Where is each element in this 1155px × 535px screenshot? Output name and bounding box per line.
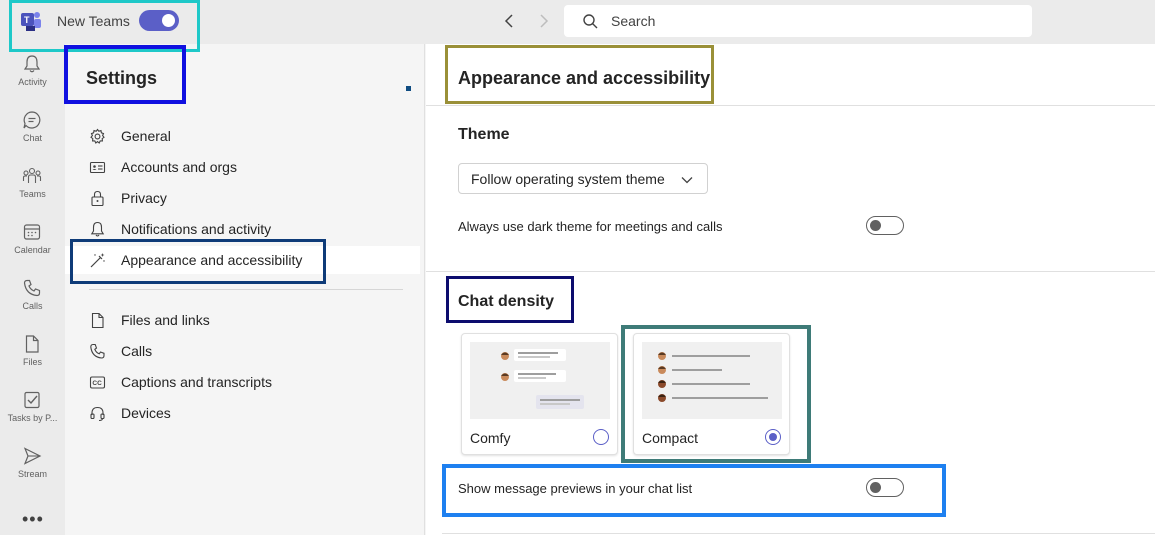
compact-preview bbox=[642, 342, 782, 419]
teams-logo-icon: T bbox=[21, 12, 41, 31]
app-rail: Activity Chat Teams Calendar Calls Files… bbox=[0, 44, 65, 535]
density-option-label: Compact bbox=[642, 430, 699, 446]
comfy-preview bbox=[470, 342, 610, 419]
phone-icon bbox=[90, 343, 105, 359]
toggle-knob bbox=[162, 14, 175, 27]
chat-icon bbox=[23, 111, 41, 129]
forward-arrow-icon[interactable] bbox=[533, 11, 553, 31]
settings-item-label: Appearance and accessibility bbox=[121, 252, 303, 268]
settings-item-label: Files and links bbox=[121, 312, 210, 328]
svg-text:T: T bbox=[24, 15, 30, 25]
teams-icon bbox=[22, 167, 42, 183]
file-icon bbox=[25, 335, 39, 353]
gear-icon bbox=[90, 128, 105, 144]
settings-item-label: Notifications and activity bbox=[121, 221, 272, 237]
menu-divider bbox=[89, 289, 403, 290]
chat-density-heading: Chat density bbox=[458, 293, 555, 310]
calendar-icon bbox=[23, 224, 41, 240]
back-arrow-icon[interactable] bbox=[500, 11, 520, 31]
settings-item-label: Calls bbox=[121, 343, 153, 359]
settings-item-label: Privacy bbox=[121, 190, 167, 206]
lock-icon bbox=[91, 190, 104, 207]
theme-dropdown[interactable]: Follow operating system theme bbox=[458, 163, 708, 194]
settings-item-calls[interactable]: Calls bbox=[65, 337, 420, 365]
rail-item-stream[interactable]: Stream bbox=[0, 446, 65, 498]
density-card-compact[interactable]: Compact bbox=[633, 333, 790, 455]
message-previews-toggle[interactable] bbox=[866, 478, 904, 497]
title-divider bbox=[426, 105, 1155, 106]
settings-item-label: Devices bbox=[121, 405, 171, 421]
more-apps-icon[interactable]: ••• bbox=[22, 509, 44, 530]
svg-text:CC: CC bbox=[92, 380, 102, 387]
settings-item-notifications[interactable]: Notifications and activity bbox=[65, 215, 420, 243]
settings-item-appearance[interactable]: Appearance and accessibility bbox=[65, 246, 420, 274]
cc-icon: CC bbox=[89, 376, 106, 389]
magic-wand-icon bbox=[90, 253, 105, 268]
settings-item-devices[interactable]: Devices bbox=[65, 399, 420, 427]
rail-item-tasks[interactable]: Tasks by P... bbox=[0, 390, 65, 442]
bell-icon bbox=[23, 55, 41, 73]
page-title: Appearance and accessibility bbox=[458, 68, 711, 88]
rail-label: Calendar bbox=[14, 245, 51, 255]
toggle-knob bbox=[870, 482, 881, 493]
rail-item-chat[interactable]: Chat bbox=[0, 110, 65, 162]
new-teams-toggle[interactable] bbox=[139, 10, 179, 31]
phone-icon bbox=[23, 279, 41, 297]
dark-theme-label: Always use dark theme for meetings and c… bbox=[458, 219, 723, 234]
file-icon bbox=[91, 312, 104, 329]
search-icon bbox=[583, 14, 598, 29]
comfy-radio[interactable] bbox=[593, 429, 609, 445]
rail-item-calendar[interactable]: Calendar bbox=[0, 222, 65, 274]
rail-label: Activity bbox=[18, 77, 47, 87]
settings-pane: Settings General Accounts and orgs Priva… bbox=[65, 44, 425, 535]
rail-item-files[interactable]: Files bbox=[0, 334, 65, 386]
theme-dropdown-value: Follow operating system theme bbox=[471, 171, 665, 187]
theme-heading: Theme bbox=[458, 126, 510, 143]
new-teams-label: New Teams bbox=[57, 13, 130, 29]
dark-theme-toggle[interactable] bbox=[866, 216, 904, 235]
status-dot bbox=[406, 86, 411, 91]
headset-icon bbox=[90, 406, 105, 422]
bell-icon bbox=[90, 221, 105, 237]
message-previews-label: Show message previews in your chat list bbox=[458, 481, 693, 496]
toggle-knob bbox=[870, 220, 881, 231]
settings-title: Settings bbox=[86, 68, 158, 88]
settings-item-label: Accounts and orgs bbox=[121, 159, 237, 175]
bottom-divider bbox=[442, 533, 1155, 534]
search-placeholder: Search bbox=[611, 13, 656, 29]
settings-item-general[interactable]: General bbox=[65, 122, 420, 150]
settings-item-accounts[interactable]: Accounts and orgs bbox=[65, 153, 420, 181]
settings-item-captions[interactable]: CC Captions and transcripts bbox=[65, 368, 420, 396]
id-card-icon bbox=[89, 161, 106, 174]
rail-label: Teams bbox=[19, 189, 46, 199]
compact-radio[interactable] bbox=[765, 429, 781, 445]
compact-preview-illustration bbox=[658, 352, 768, 402]
title-bar: T New Teams Search bbox=[0, 0, 1155, 44]
tasks-icon bbox=[24, 391, 40, 409]
density-option-label: Comfy bbox=[470, 430, 511, 446]
stream-icon bbox=[23, 447, 42, 465]
comfy-preview-illustration bbox=[501, 349, 584, 409]
settings-item-label: General bbox=[121, 128, 171, 144]
chevron-down-icon bbox=[681, 177, 693, 184]
rail-label: Stream bbox=[17, 469, 47, 479]
rail-label: Calls bbox=[22, 301, 43, 311]
content-pane: Appearance and accessibility Theme Follo… bbox=[426, 44, 1155, 535]
section-divider bbox=[426, 271, 1155, 272]
rail-label: Tasks by P... bbox=[7, 413, 58, 423]
rail-label: Chat bbox=[22, 133, 42, 143]
settings-item-privacy[interactable]: Privacy bbox=[65, 184, 420, 212]
settings-item-label: Captions and transcripts bbox=[121, 374, 272, 390]
search-input[interactable]: Search bbox=[564, 5, 1032, 37]
rail-item-activity[interactable]: Activity bbox=[0, 54, 65, 106]
settings-item-files[interactable]: Files and links bbox=[65, 306, 420, 334]
rail-item-calls[interactable]: Calls bbox=[0, 278, 65, 330]
density-card-comfy[interactable]: Comfy bbox=[461, 333, 618, 455]
rail-label: Files bbox=[22, 357, 42, 367]
rail-item-teams[interactable]: Teams bbox=[0, 166, 65, 218]
